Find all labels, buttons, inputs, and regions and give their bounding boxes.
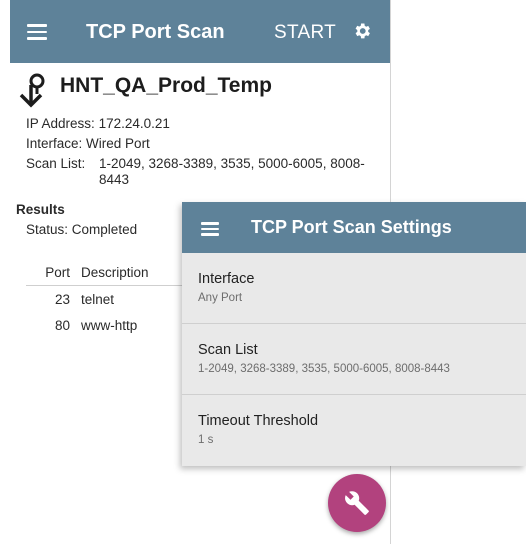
settings-title: TCP Port Scan Settings (251, 217, 452, 237)
target-pin-icon (19, 73, 45, 108)
results-heading: Results (16, 202, 65, 217)
menu-icon[interactable] (201, 219, 219, 237)
status-label: Status: (26, 222, 69, 237)
setting-value: Any Port (198, 292, 243, 304)
description-cell: www-http (81, 318, 138, 333)
scan-list-value: 1-2049, 3268-3389, 3535, 5000-6005, 8008… (99, 156, 365, 187)
setting-title: Timeout Threshold (198, 413, 319, 429)
ip-address-value: 172.24.0.21 (98, 116, 170, 131)
target-name: HNT_QA_Prod_Temp (60, 74, 272, 97)
interface-label: Interface: (26, 136, 83, 151)
ip-address-row: IP Address: 172.24.0.21 (26, 116, 170, 131)
scan-list-label: Scan List: (26, 156, 86, 171)
setting-scan-list[interactable]: Scan List 1-2049, 3268-3389, 3535, 5000-… (182, 324, 526, 395)
settings-app-bar: TCP Port Scan Settings (182, 202, 526, 253)
setting-timeout-threshold[interactable]: Timeout Threshold 1 s (182, 395, 526, 465)
description-cell: telnet (81, 292, 115, 307)
gear-icon[interactable] (352, 21, 372, 41)
setting-title: Interface (198, 271, 255, 287)
interface-value: Wired Port (86, 136, 150, 151)
results-table-header: Port Description (26, 265, 196, 286)
menu-icon[interactable] (27, 20, 47, 42)
status-value: Completed (71, 222, 138, 237)
setting-value: 1-2049, 3268-3389, 3535, 5000-6005, 8008… (198, 363, 450, 375)
description-column-header: Description (81, 265, 149, 280)
setting-title: Scan List (198, 342, 258, 358)
port-cell: 80 (54, 318, 70, 333)
port-cell: 23 (54, 292, 70, 307)
wrench-icon (345, 491, 369, 515)
setting-interface[interactable]: Interface Any Port (182, 253, 526, 324)
port-column-header: Port (45, 265, 70, 280)
settings-fab-button[interactable] (328, 474, 386, 532)
start-button[interactable]: START (274, 22, 336, 44)
settings-panel: TCP Port Scan Settings Interface Any Por… (182, 202, 526, 466)
app-bar: TCP Port Scan START (10, 0, 390, 63)
status-row: Status: Completed (26, 222, 137, 237)
app-title: TCP Port Scan (86, 21, 225, 43)
ip-address-label: IP Address: (26, 116, 95, 131)
setting-value: 1 s (198, 434, 214, 446)
interface-row: Interface: Wired Port (26, 136, 150, 151)
